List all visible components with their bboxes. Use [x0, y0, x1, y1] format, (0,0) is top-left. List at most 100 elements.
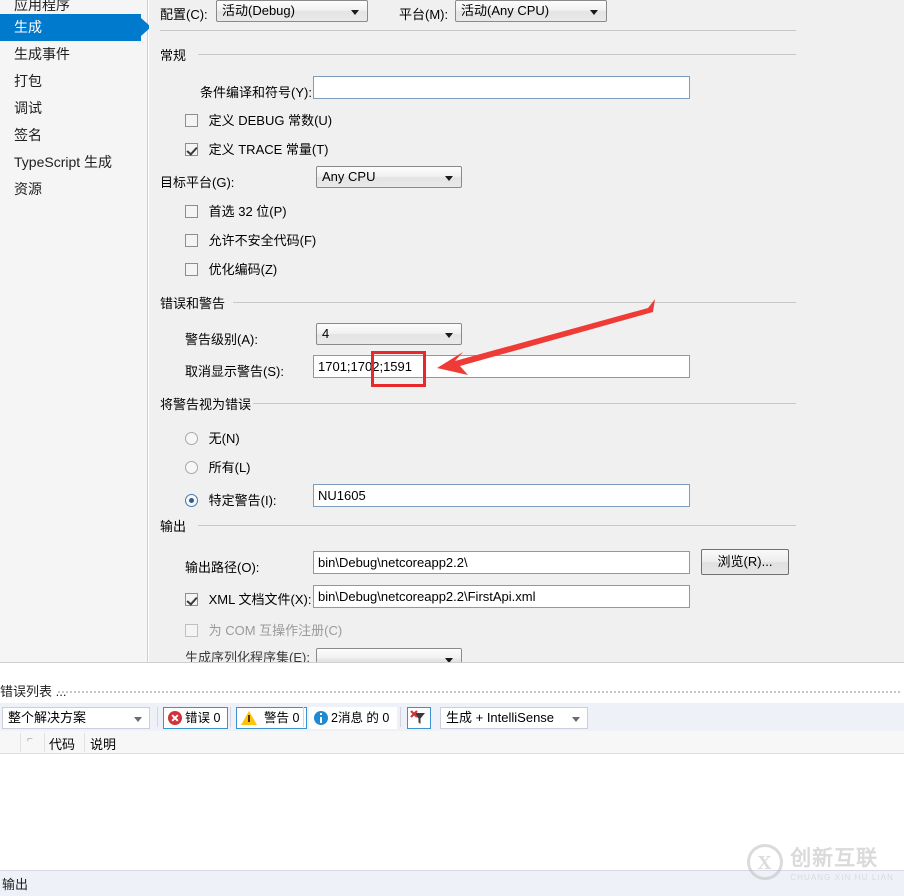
sidebar-item-label: TypeScript 生成 — [14, 154, 113, 170]
annotation-highlight-box — [371, 351, 426, 387]
header-divider — [44, 733, 45, 752]
xml-doc-label: XML 文档文件(X): — [208, 592, 312, 607]
warnings-specific-value: NU1605 — [318, 488, 366, 503]
suppress-warnings-label: 取消显示警告(S): — [185, 364, 284, 379]
optimize-code-checkbox[interactable] — [185, 263, 198, 276]
warnings-specific-row[interactable]: 特定警告(I): — [185, 490, 277, 509]
prefer-32bit-checkbox[interactable] — [185, 205, 198, 218]
sidebar-item-label: 打包 — [14, 73, 42, 89]
define-trace-checkbox[interactable] — [185, 143, 198, 156]
output-tab-label[interactable]: 输出 — [2, 874, 28, 893]
warnings-all-radio[interactable] — [185, 461, 198, 474]
clear-filter-button[interactable] — [407, 707, 431, 729]
sidebar-item-application[interactable]: 应用程序 — [0, 0, 147, 14]
build-properties-pane: 配置(C): 活动(Debug) 平台(M): 活动(Any CPU) 常规 条… — [149, 0, 904, 662]
column-header-icon[interactable]: ⌐ — [27, 734, 33, 745]
platform-dropdown[interactable]: 活动(Any CPU) — [455, 0, 607, 22]
sidebar-item-debug[interactable]: 调试 — [0, 95, 147, 122]
define-trace-row[interactable]: 定义 TRACE 常量(T) — [185, 139, 329, 158]
xml-doc-checkbox[interactable] — [185, 593, 198, 606]
warning-level-dropdown[interactable]: 4 — [316, 323, 462, 345]
com-interop-row: 为 COM 互操作注册(C) — [185, 620, 342, 639]
xml-doc-checkbox-row[interactable]: XML 文档文件(X): — [185, 589, 311, 608]
platform-label-row: 平台(M): — [399, 4, 448, 23]
xml-doc-input[interactable]: bin\Debug\netcoreapp2.2\FirstApi.xml — [313, 585, 690, 608]
group-rule — [198, 525, 796, 526]
suppress-warnings-input[interactable]: 1701;1702;1591 — [313, 355, 690, 378]
platform-label: 平台(M): — [399, 7, 449, 22]
optimize-code-row[interactable]: 优化编码(Z) — [185, 259, 277, 278]
warning-level-value: 4 — [322, 326, 330, 341]
general-group: 常规 — [160, 45, 796, 64]
sidebar-item-resources[interactable]: 资源 — [0, 176, 147, 203]
errors-count-button[interactable]: 错误 0 — [163, 707, 229, 729]
target-platform-value: Any CPU — [322, 169, 376, 184]
title-rule — [58, 691, 900, 693]
chevron-down-icon — [445, 333, 453, 338]
warning-icon — [241, 711, 257, 725]
warning-level-label: 警告级别(A): — [185, 332, 258, 347]
output-path-label: 输出路径(O): — [185, 560, 260, 575]
output-path-input[interactable]: bin\Debug\netcoreapp2.2\ — [313, 551, 690, 574]
sidebar-item-label: 调试 — [14, 100, 42, 116]
sidebar-item-typescript-build[interactable]: TypeScript 生成 — [0, 149, 147, 176]
messages-count-label: 2消息 的 0 — [331, 711, 390, 725]
toolbar-separator — [230, 707, 231, 727]
clipped-row-dropdown[interactable] — [316, 648, 462, 662]
column-header-code[interactable]: 代码 — [49, 734, 75, 753]
prefer-32bit-row[interactable]: 首选 32 位(P) — [185, 201, 287, 220]
define-trace-label: 定义 TRACE 常量(T) — [208, 142, 329, 157]
conditional-symbols-input[interactable] — [313, 76, 690, 99]
conditional-symbols-label: 条件编译和符号(Y): — [200, 85, 312, 100]
sidebar-item-package[interactable]: 打包 — [0, 68, 147, 95]
group-rule — [233, 302, 796, 303]
browse-button[interactable]: 浏览(R)... — [701, 549, 789, 575]
suppress-warnings-label-row: 取消显示警告(S): — [185, 361, 284, 380]
warnings-none-row[interactable]: 无(N) — [185, 428, 240, 447]
top-divider — [160, 30, 796, 31]
toolbar-separator — [400, 707, 401, 727]
sidebar-item-label: 生成事件 — [14, 46, 70, 62]
prefer-32bit-label: 首选 32 位(P) — [208, 204, 287, 219]
sidebar-item-label: 生成 — [14, 19, 42, 35]
messages-count-button[interactable]: 2消息 的 0 — [309, 707, 398, 729]
configuration-dropdown[interactable]: 活动(Debug) — [216, 0, 368, 22]
allow-unsafe-row[interactable]: 允许不安全代码(F) — [185, 230, 316, 249]
define-debug-label: 定义 DEBUG 常数(U) — [208, 113, 333, 128]
warnings-specific-radio[interactable] — [185, 494, 198, 507]
allow-unsafe-checkbox[interactable] — [185, 234, 198, 247]
header-divider — [84, 733, 85, 752]
define-debug-checkbox[interactable] — [185, 114, 198, 127]
group-rule — [253, 403, 796, 404]
warnings-specific-input[interactable]: NU1605 — [313, 484, 690, 507]
com-interop-checkbox — [185, 624, 198, 637]
sidebar-item-signing[interactable]: 签名 — [0, 122, 147, 149]
chevron-down-icon — [134, 717, 142, 722]
sidebar-item-build[interactable]: 生成 — [0, 14, 151, 41]
source-dropdown[interactable]: 生成 + IntelliSense — [440, 707, 588, 729]
warnings-count-button[interactable]: 警告 0 — [236, 707, 308, 729]
warnings-specific-label: 特定警告(I): — [208, 493, 277, 508]
allow-unsafe-label: 允许不安全代码(F) — [208, 233, 317, 248]
sidebar-item-build-events[interactable]: 生成事件 — [0, 41, 147, 68]
chevron-down-icon — [351, 10, 359, 15]
errors-count-label: 错误 0 — [185, 711, 221, 725]
warnings-all-row[interactable]: 所有(L) — [185, 457, 251, 476]
scope-dropdown[interactable]: 整个解决方案 — [2, 707, 150, 729]
warnings-none-radio[interactable] — [185, 432, 198, 445]
com-interop-label: 为 COM 互操作注册(C) — [208, 623, 343, 638]
output-group-title: 输出 — [160, 519, 194, 534]
output-group: 输出 — [160, 516, 796, 535]
warnings-count-label: 警告 0 — [264, 711, 300, 725]
warnings-as-errors-group: 将警告视为错误 — [160, 394, 796, 413]
sidebar-item-label: 应用程序 — [14, 0, 70, 13]
warning-level-label-row: 警告级别(A): — [185, 329, 258, 348]
target-platform-dropdown[interactable]: Any CPU — [316, 166, 462, 188]
info-icon — [314, 711, 328, 725]
error-list-title: 错误列表 ... — [0, 684, 67, 699]
define-debug-row[interactable]: 定义 DEBUG 常数(U) — [185, 110, 332, 129]
optimize-code-label: 优化编码(Z) — [208, 262, 278, 277]
header-divider — [20, 733, 21, 752]
column-header-description[interactable]: 说明 — [90, 734, 116, 753]
scope-value: 整个解决方案 — [8, 710, 87, 725]
